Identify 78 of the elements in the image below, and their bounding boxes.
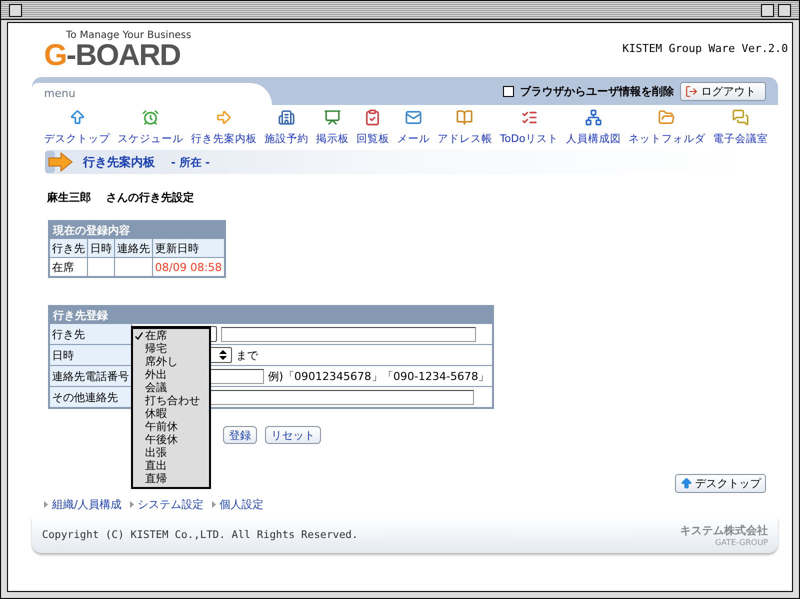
dropdown-option[interactable]: 在席 xyxy=(133,329,209,342)
board-icon xyxy=(324,109,341,126)
up-arrow-icon xyxy=(68,109,86,126)
checklist-icon xyxy=(520,109,538,126)
dropdown-option[interactable]: 午後休 xyxy=(133,433,209,446)
dropdown-option[interactable]: 打ち合わせ xyxy=(133,394,209,407)
dropdown-option[interactable]: 席外し xyxy=(133,355,209,368)
copyright: Copyright (C) KISTEM Co.,LTD. All Rights Reserved. xyxy=(42,529,358,541)
menu-item[interactable]: スケジュール xyxy=(117,109,184,146)
caret-icon xyxy=(44,501,48,508)
section-subtitle: - 所在 - xyxy=(171,154,210,170)
menu-item[interactable]: 掲示板 xyxy=(316,109,349,146)
menu-item[interactable]: メール xyxy=(396,109,430,146)
footer-link[interactable]: システム設定 xyxy=(138,497,204,512)
column-header: 日時 xyxy=(88,238,114,258)
logo-tagline: To Manage Your Business xyxy=(65,30,192,41)
collapse-box[interactable] xyxy=(778,4,791,16)
mail-icon xyxy=(404,109,422,126)
right-arrow-icon xyxy=(215,109,232,126)
table-title: 行き先登録 xyxy=(49,306,493,324)
group-name: GATE-GROUP xyxy=(715,538,768,547)
dropdown-option[interactable]: 直帰 xyxy=(133,472,209,485)
footer-link[interactable]: 組織/人員構成 xyxy=(52,497,122,512)
table-title: 現在の登録内容 xyxy=(49,221,225,238)
logo: G-BOARD xyxy=(44,41,182,71)
building-icon xyxy=(278,109,295,126)
phone-hint: 例)「09012345678」「090-1234-5678」 xyxy=(268,368,490,384)
caret-icon xyxy=(130,501,134,508)
field-label: 日時 xyxy=(49,344,132,366)
checkbox-label: ブラウザからユーザ情報を削除 xyxy=(520,84,674,98)
zoom-box[interactable] xyxy=(761,4,774,16)
book-icon xyxy=(456,109,474,126)
logout-icon xyxy=(685,84,698,98)
user-heading: 麻生三郎 さんの行き先設定 xyxy=(47,190,194,205)
dropdown-option[interactable]: 直出 xyxy=(133,459,209,472)
dropdown-option[interactable]: 午前休 xyxy=(133,420,209,433)
table-cell: 在席 xyxy=(49,258,88,277)
alarm-clock-icon xyxy=(142,109,159,126)
dropdown-option[interactable]: 出張 xyxy=(133,446,209,459)
menu-item[interactable]: アドレス帳 xyxy=(437,109,492,146)
logout-button[interactable]: ログアウト xyxy=(680,82,766,100)
dropdown-option[interactable]: 外出 xyxy=(133,368,209,381)
field-label: 連絡先電話番号 xyxy=(49,366,132,386)
close-box[interactable] xyxy=(9,4,22,16)
column-header: 行き先 xyxy=(49,238,88,258)
menu-item[interactable]: 電子会議室 xyxy=(712,109,768,146)
register-button[interactable]: 登録 xyxy=(223,426,257,444)
field-label: その他連絡先 xyxy=(49,386,132,408)
reset-button[interactable]: リセット xyxy=(265,426,321,444)
column-header: 連絡先 xyxy=(114,238,152,258)
menu-item[interactable]: ToDoリスト xyxy=(500,109,558,146)
menu-item[interactable]: 人員構成図 xyxy=(566,109,621,146)
until-label: まで xyxy=(236,348,258,362)
destination-input[interactable] xyxy=(221,326,476,342)
up-arrow-icon xyxy=(680,477,693,490)
checklist-icon xyxy=(364,109,382,126)
footer-link[interactable]: 個人設定 xyxy=(220,497,264,512)
updown-icon xyxy=(219,350,227,360)
network-icon xyxy=(584,109,602,126)
dropdown-option[interactable]: 休暇 xyxy=(133,407,209,420)
menu-item[interactable]: ネットフォルダ xyxy=(628,109,706,146)
dropdown-option[interactable]: 帰宅 xyxy=(133,342,209,355)
column-header: 更新日時 xyxy=(152,238,225,258)
desktop-button[interactable]: デスクトップ xyxy=(675,474,766,493)
menu-item[interactable]: デスクトップ xyxy=(44,109,110,146)
checkbox[interactable] xyxy=(503,86,514,96)
company-name: キステム株式会社 xyxy=(680,523,768,538)
folder-icon xyxy=(658,109,676,126)
dropdown-option[interactable]: 会議 xyxy=(133,381,209,394)
chat-icon xyxy=(732,109,749,126)
field-label: 行き先 xyxy=(49,324,132,344)
menu-item[interactable]: 回覧板 xyxy=(356,109,390,146)
menu-item[interactable]: 施設予約 xyxy=(264,109,308,146)
menu-item[interactable]: 行き先案内板 xyxy=(190,109,257,146)
product-name: KISTEM Group Ware Ver.2.0 xyxy=(622,42,788,55)
section-title: 行き先案内板 xyxy=(83,154,155,170)
arrow-icon xyxy=(45,151,75,173)
caret-icon xyxy=(212,501,216,508)
